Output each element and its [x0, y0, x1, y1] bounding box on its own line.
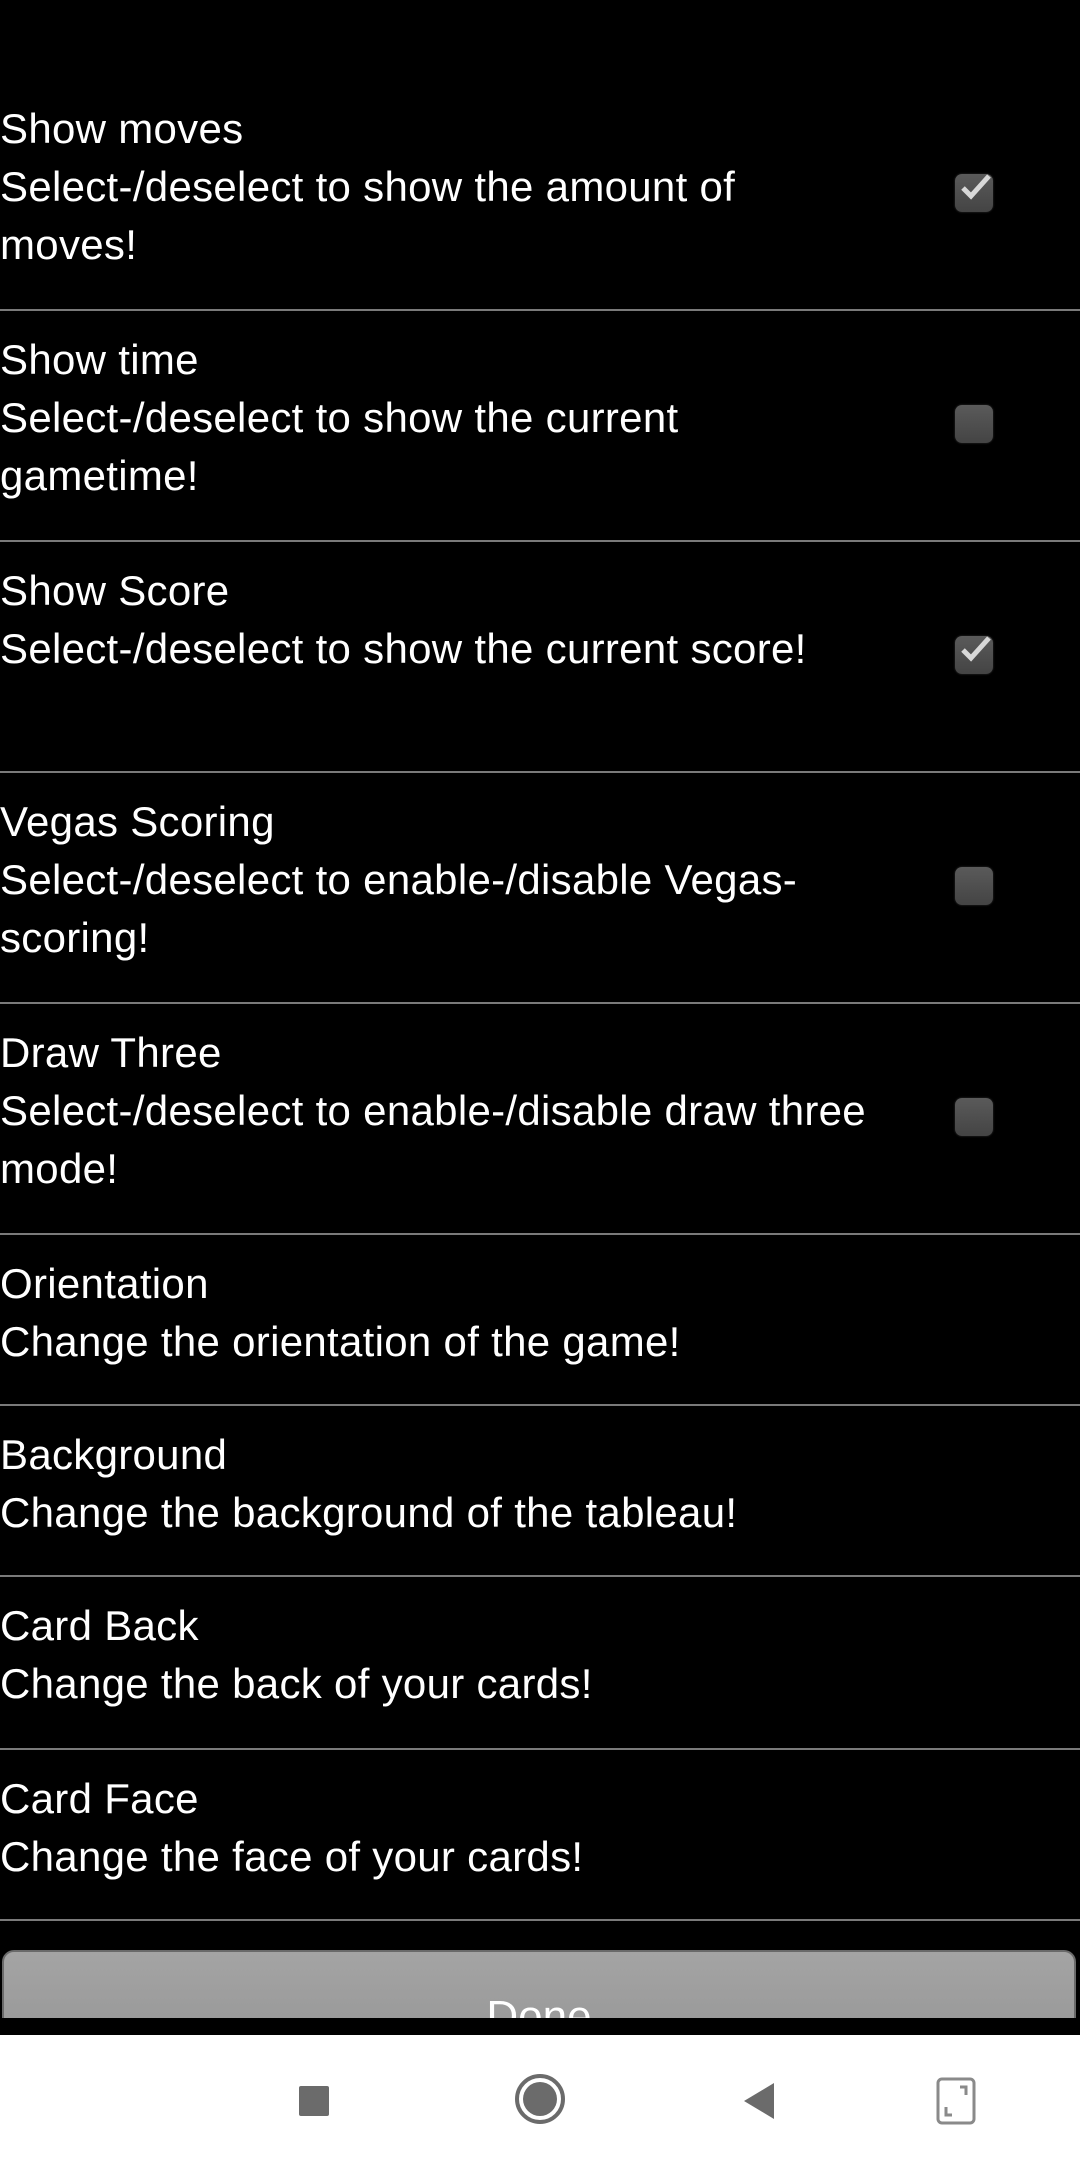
- setting-title: Show Score: [0, 567, 230, 614]
- setting-orientation[interactable]: Orientation Change the orientation of th…: [0, 1235, 1080, 1406]
- done-button-viewport: Done: [0, 1940, 1080, 2018]
- setting-vegas-scoring[interactable]: Vegas Scoring Select-/deselect to enable…: [0, 773, 1080, 1004]
- setting-description: Select-/deselect to enable-/disable draw…: [0, 1087, 866, 1192]
- setting-description: Select-/deselect to enable-/disable Vega…: [0, 856, 798, 961]
- setting-title: Card Back: [0, 1602, 199, 1649]
- setting-title: Orientation: [0, 1260, 209, 1307]
- rotate-screen-icon[interactable]: [932, 2075, 980, 2127]
- setting-card-face[interactable]: Card Face Change the face of your cards!: [0, 1750, 1080, 1921]
- setting-description: Change the background of the tableau!: [0, 1489, 738, 1536]
- setting-description: Change the orientation of the game!: [0, 1318, 681, 1365]
- setting-title: Background: [0, 1431, 228, 1478]
- setting-draw-three[interactable]: Draw Three Select-/deselect to enable-/d…: [0, 1004, 1080, 1235]
- setting-show-score[interactable]: Show Score Select-/deselect to show the …: [0, 542, 1080, 773]
- setting-description: Select-/deselect to show the current sco…: [0, 625, 807, 672]
- show-time-checkbox[interactable]: [955, 404, 993, 443]
- back-triangle-icon[interactable]: [736, 2079, 780, 2123]
- checkmark-icon: [961, 635, 991, 662]
- setting-title: Card Face: [0, 1775, 199, 1822]
- setting-description: Change the face of your cards!: [0, 1833, 584, 1880]
- recents-square-icon[interactable]: [296, 2083, 332, 2119]
- show-score-checkbox[interactable]: [955, 635, 993, 674]
- setting-background[interactable]: Background Change the background of the …: [0, 1406, 1080, 1577]
- setting-title: Show moves: [0, 105, 244, 152]
- setting-description: Select-/deselect to show the current gam…: [0, 394, 679, 499]
- setting-title: Vegas Scoring: [0, 798, 275, 845]
- setting-show-moves[interactable]: Show moves Select-/deselect to show the …: [0, 80, 1080, 311]
- show-moves-checkbox[interactable]: [955, 173, 993, 212]
- draw-three-checkbox[interactable]: [955, 1097, 993, 1136]
- setting-description: Select-/deselect to show the amount of m…: [0, 163, 736, 268]
- settings-list: Show moves Select-/deselect to show the …: [0, 80, 1080, 1921]
- setting-show-time[interactable]: Show time Select-/deselect to show the c…: [0, 311, 1080, 542]
- setting-title: Draw Three: [0, 1029, 222, 1076]
- done-button[interactable]: Done: [2, 1950, 1076, 2018]
- setting-title: Show time: [0, 336, 199, 383]
- setting-card-back[interactable]: Card Back Change the back of your cards!: [0, 1577, 1080, 1750]
- setting-description: Change the back of your cards!: [0, 1660, 593, 1707]
- vegas-scoring-checkbox[interactable]: [955, 866, 993, 905]
- system-navigation-bar: [0, 2035, 1080, 2160]
- checkmark-icon: [961, 173, 991, 200]
- home-circle-icon[interactable]: [512, 2071, 568, 2127]
